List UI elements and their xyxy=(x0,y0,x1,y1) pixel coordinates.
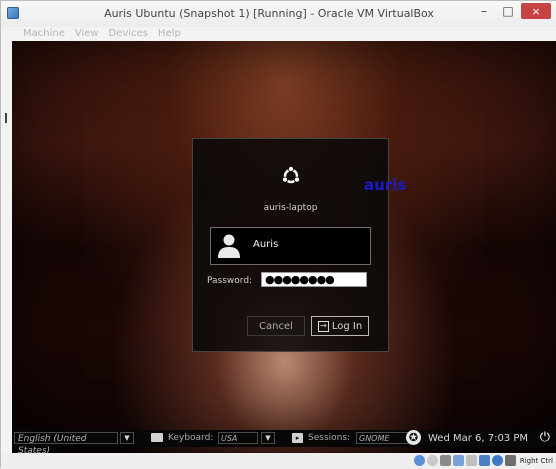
clock: Wed Mar 6, 7:03 PM xyxy=(428,433,529,444)
maximize-button[interactable]: □ xyxy=(497,3,519,19)
window-title: Auris Ubuntu (Snapshot 1) [Running] - Or… xyxy=(104,7,434,20)
menu-help[interactable]: Help xyxy=(158,27,181,41)
virtualization-icon[interactable] xyxy=(491,455,503,466)
scroll-marker xyxy=(5,113,7,123)
password-label: Password: xyxy=(207,276,253,286)
usb-icon[interactable] xyxy=(439,455,451,466)
sessions-icon: ▸ xyxy=(292,433,303,443)
language-dropdown-arrow-icon[interactable]: ▼ xyxy=(120,432,134,444)
network-icon[interactable] xyxy=(452,455,464,466)
shared-folders-icon[interactable] xyxy=(465,455,477,466)
hostname-label: auris-laptop xyxy=(263,203,318,213)
sessions-label: Sessions: xyxy=(308,433,351,443)
password-field[interactable]: ●●●●●●●● xyxy=(261,272,367,287)
minimize-button[interactable]: – xyxy=(473,3,495,19)
title-bar[interactable]: Auris Ubuntu (Snapshot 1) [Running] - Or… xyxy=(1,1,556,27)
log-in-icon: → xyxy=(317,320,329,332)
floppy-icon[interactable] xyxy=(426,455,438,466)
overlay-text: auris xyxy=(364,176,407,194)
virtualbox-window: Auris Ubuntu (Snapshot 1) [Running] - Or… xyxy=(0,0,556,469)
log-in-button[interactable]: → Log In xyxy=(311,316,369,336)
power-icon[interactable]: ⏻ xyxy=(540,431,550,445)
vm-display[interactable]: auris-laptop Auris Password: ●●●●●●●● Ca… xyxy=(12,41,556,453)
ubuntu-logo-icon xyxy=(282,166,300,184)
window-controls: – □ × xyxy=(473,3,551,19)
cancel-button[interactable]: Cancel xyxy=(247,316,305,336)
menu-view[interactable]: View xyxy=(75,27,99,41)
virtualbox-app-icon xyxy=(7,7,19,19)
display-icon[interactable] xyxy=(478,455,490,466)
cd-drive-icon[interactable] xyxy=(413,455,425,466)
user-avatar-icon xyxy=(218,234,240,258)
log-in-label: Log In xyxy=(331,320,363,332)
username-label: Auris xyxy=(253,239,279,250)
login-card: auris-laptop Auris Password: ●●●●●●●● Ca… xyxy=(192,138,389,352)
accessibility-icon[interactable]: ✪ xyxy=(406,430,421,445)
language-select[interactable]: English (United States) xyxy=(14,432,118,456)
keyboard-dropdown-arrow-icon[interactable]: ▼ xyxy=(261,432,275,444)
mouse-integration-icon[interactable] xyxy=(504,455,516,466)
user-tile[interactable]: Auris xyxy=(210,227,371,265)
menu-bar: Machine View Devices Help xyxy=(1,27,556,41)
keyboard-label: Keyboard: xyxy=(168,433,214,443)
keyboard-select[interactable]: USA xyxy=(218,432,258,444)
status-tray: Right Ctrl xyxy=(413,455,553,466)
host-key-label: Right Ctrl xyxy=(519,456,553,465)
vm-status-bar: Right Ctrl xyxy=(1,453,556,469)
login-bottom-panel: English (United States) ▼ Keyboard: USA … xyxy=(12,430,556,456)
close-button[interactable]: × xyxy=(521,3,551,19)
menu-devices[interactable]: Devices xyxy=(109,27,148,41)
keyboard-icon xyxy=(151,433,163,442)
menu-machine[interactable]: Machine xyxy=(23,27,65,41)
